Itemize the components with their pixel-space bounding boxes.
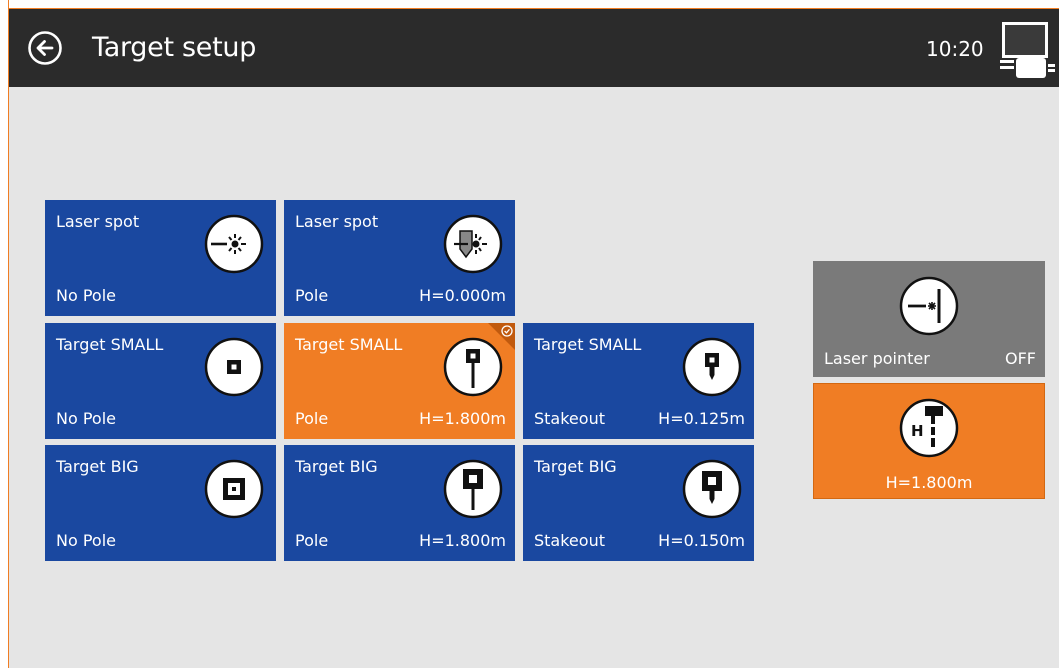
laser-pointer-label: Laser pointer (824, 349, 930, 368)
tile-name: Target BIG (534, 457, 617, 476)
laser-pointer-icon (899, 276, 959, 336)
back-button[interactable] (27, 30, 63, 66)
tile-pole: No Pole (56, 409, 116, 428)
laser-pointer-state: OFF (1005, 349, 1036, 368)
svg-text:H: H (911, 422, 924, 440)
controller-display-icon[interactable] (998, 20, 1056, 78)
tile-target-small-pole[interactable]: Target SMALL Pole H=1.800m (284, 323, 515, 439)
target-big-pole-icon (443, 459, 503, 519)
target-small-icon (204, 337, 264, 397)
tile-target-small-stakeout[interactable]: Target SMALL Stakeout H=0.125m (523, 323, 754, 439)
tile-pole: Stakeout (534, 409, 605, 428)
tile-height: H=0.125m (658, 409, 745, 428)
tile-height: H=1.800m (419, 531, 506, 550)
tile-height: H=0.000m (419, 286, 506, 305)
tile-laser-spot-pole[interactable]: Laser spot Pole H=0.000m (284, 200, 515, 316)
page-title: Target setup (92, 32, 257, 63)
selected-check-icon (488, 323, 515, 350)
pole-height-icon: H (899, 398, 959, 458)
tile-name: Laser spot (56, 212, 140, 231)
tile-name: Target SMALL (295, 335, 403, 354)
tile-pole: No Pole (56, 531, 116, 550)
app-header: Target setup 10:20 (9, 9, 1059, 87)
tile-pole: Pole (295, 286, 329, 305)
tile-name: Target SMALL (56, 335, 164, 354)
pole-height-value: H=1.800m (885, 473, 973, 492)
tile-target-big-pole[interactable]: Target BIG Pole H=1.800m (284, 445, 515, 561)
tile-laser-spot-no-pole[interactable]: Laser spot No Pole (45, 200, 276, 316)
target-big-icon (204, 459, 264, 519)
tile-pole: Pole (295, 531, 329, 550)
tile-height: H=1.800m (419, 409, 506, 428)
tile-name: Target BIG (56, 457, 139, 476)
laser-pointer-button[interactable]: Laser pointer OFF (813, 261, 1045, 377)
clock-time: 10:20 (926, 37, 984, 61)
tile-pole: Pole (295, 409, 329, 428)
tile-height: H=0.150m (658, 531, 745, 550)
tile-name: Laser spot (295, 212, 379, 231)
back-arrow-icon (28, 31, 62, 65)
tile-name: Target BIG (295, 457, 378, 476)
tile-pole: Stakeout (534, 531, 605, 550)
main-area: Laser spot No Pole Laser spot Pole H=0.0… (9, 87, 1059, 668)
target-small-stakeout-icon (682, 337, 742, 397)
laser-spot-pole-icon (443, 214, 503, 274)
tile-target-small-no-pole[interactable]: Target SMALL No Pole (45, 323, 276, 439)
tile-target-big-no-pole[interactable]: Target BIG No Pole (45, 445, 276, 561)
tile-pole: No Pole (56, 286, 116, 305)
tile-name: Target SMALL (534, 335, 642, 354)
tile-target-big-stakeout[interactable]: Target BIG Stakeout H=0.150m (523, 445, 754, 561)
pole-height-button[interactable]: H H=1.800m (813, 383, 1045, 499)
laser-spot-icon (204, 214, 264, 274)
target-big-stakeout-icon (682, 459, 742, 519)
